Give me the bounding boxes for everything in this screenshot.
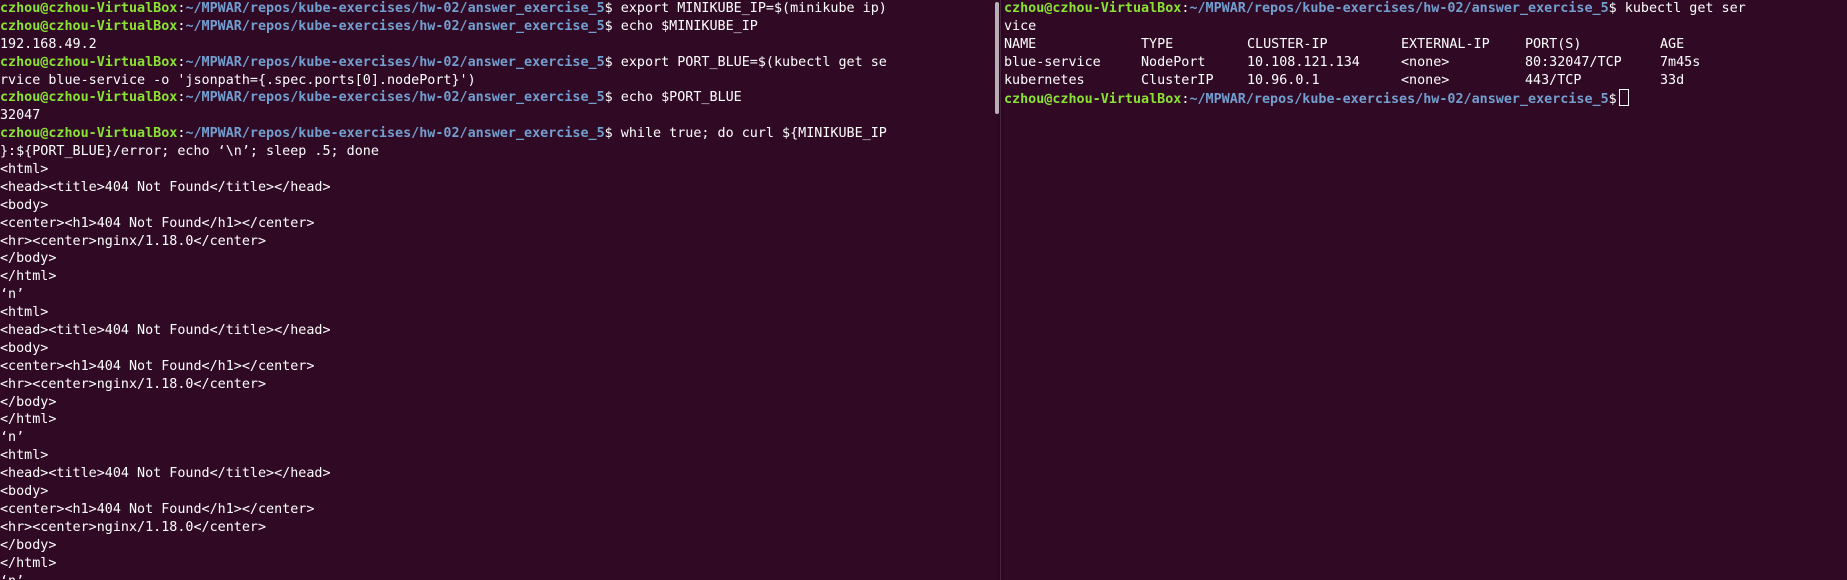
command-text: while true; do curl ${MINIKUBE_IP	[612, 126, 887, 142]
header-name: NAME	[1004, 36, 1037, 52]
output-line: ‘n’	[0, 430, 25, 446]
output-line: <html>	[0, 305, 49, 321]
terminal-cursor[interactable]	[1618, 89, 1629, 107]
command-text: export PORT_BLUE=$(kubectl get se	[612, 54, 887, 70]
command-text: echo $MINIKUBE_IP	[612, 18, 758, 34]
header-cluster-ip: CLUSTER-IP	[1247, 36, 1328, 52]
prompt-user-host: czhou@czhou-VirtualBox	[0, 54, 178, 70]
prompt-path: ~/MPWAR/repos/kube-exercises/hw-02/answe…	[185, 54, 605, 70]
left-terminal-pane[interactable]: czhou@czhou-VirtualBox:~/MPWAR/repos/kub…	[0, 0, 997, 580]
command-wrap-line: vice	[1004, 18, 1037, 34]
prompt-line: czhou@czhou-VirtualBox:~/MPWAR/repos/kub…	[0, 1, 887, 16]
output-line: 192.168.49.2	[0, 36, 97, 52]
prompt-line: czhou@czhou-VirtualBox:~/MPWAR/repos/kub…	[1004, 1, 1746, 16]
output-line: <center><h1>404 Not Found</h1></center>	[0, 358, 315, 374]
output-line: <body>	[0, 340, 49, 356]
output-line: <html>	[0, 448, 49, 464]
prompt-user-host: czhou@czhou-VirtualBox	[0, 1, 178, 16]
right-terminal-pane[interactable]: czhou@czhou-VirtualBox:~/MPWAR/repos/kub…	[1004, 0, 1847, 580]
header-external-ip: EXTERNAL-IP	[1401, 36, 1490, 52]
prompt-path: ~/MPWAR/repos/kube-exercises/hw-02/answe…	[185, 1, 605, 16]
command-text: export MINIKUBE_IP=$(minikube ip)	[612, 1, 887, 16]
command-wrap-line: }:${PORT_BLUE}/error; echo ‘\n’; sleep .…	[0, 144, 379, 160]
left-scrollbar[interactable]	[995, 2, 999, 114]
output-line: <body>	[0, 484, 49, 500]
output-line: <html>	[0, 162, 49, 178]
output-line: <center><h1>404 Not Found</h1></center>	[0, 501, 315, 517]
output-line: </body>	[0, 537, 57, 553]
output-line: <hr><center>nginx/1.18.0</center>	[0, 376, 267, 392]
prompt-line: czhou@czhou-VirtualBox:~/MPWAR/repos/kub…	[0, 90, 742, 106]
prompt-path: ~/MPWAR/repos/kube-exercises/hw-02/answe…	[185, 90, 605, 106]
header-ports: PORT(S)	[1525, 36, 1582, 52]
curl-output: <html> <head><title>404 Not Found</title>…	[0, 161, 997, 580]
prompt-line: czhou@czhou-VirtualBox:~/MPWAR/repos/kub…	[0, 18, 758, 34]
output-line: </body>	[0, 251, 57, 267]
output-line: <head><title>404 Not Found</title></head…	[0, 466, 331, 482]
prompt-line: czhou@czhou-VirtualBox:~/MPWAR/repos/kub…	[0, 54, 887, 70]
output-line: <body>	[0, 197, 49, 213]
prompt-path: ~/MPWAR/repos/kube-exercises/hw-02/answe…	[1189, 1, 1609, 16]
output-line: <hr><center>nginx/1.18.0</center>	[0, 519, 267, 535]
prompt-user-host: czhou@czhou-VirtualBox	[0, 126, 178, 142]
prompt-user-host: czhou@czhou-VirtualBox	[0, 90, 178, 106]
prompt-user-host: czhou@czhou-VirtualBox	[0, 18, 178, 34]
header-age: AGE	[1660, 36, 1685, 52]
header-type: TYPE	[1141, 36, 1174, 52]
prompt-line: czhou@czhou-VirtualBox:~/MPWAR/repos/kub…	[1004, 89, 1847, 107]
output-line: </html>	[0, 269, 57, 285]
output-line: </html>	[0, 412, 57, 428]
output-line: ‘n’	[0, 287, 25, 303]
prompt-path: ~/MPWAR/repos/kube-exercises/hw-02/answe…	[185, 126, 605, 142]
output-line: </body>	[0, 394, 57, 410]
output-line: <center><h1>404 Not Found</h1></center>	[0, 215, 315, 231]
output-line: </html>	[0, 555, 57, 571]
output-line: ‘n’	[0, 573, 997, 580]
output-line: <head><title>404 Not Found</title></head…	[0, 179, 331, 195]
output-line: <head><title>404 Not Found</title></head…	[0, 323, 331, 339]
command-text: echo $PORT_BLUE	[612, 90, 742, 106]
prompt-user-host: czhou@czhou-VirtualBox	[1004, 1, 1182, 16]
prompt-path: ~/MPWAR/repos/kube-exercises/hw-02/answe…	[185, 18, 605, 34]
command-text: kubectl get ser	[1616, 1, 1746, 16]
table-header: NAME TYPE CLUSTER-IP EXTERNAL-IP PORT(S)…	[1004, 36, 1847, 54]
table-row: kubernetes ClusterIP 10.96.0.1 <none> 44…	[1004, 72, 1685, 88]
prompt-line: czhou@czhou-VirtualBox:~/MPWAR/repos/kub…	[0, 126, 887, 142]
table-row: blue-service NodePort 10.108.121.134 <no…	[1004, 54, 1701, 70]
output-line: 32047	[0, 108, 41, 124]
command-wrap-line: rvice blue-service -o 'jsonpath={.spec.p…	[0, 72, 476, 88]
output-line: <hr><center>nginx/1.18.0</center>	[0, 233, 267, 249]
prompt-path: ~/MPWAR/repos/kube-exercises/hw-02/answe…	[1189, 92, 1609, 108]
